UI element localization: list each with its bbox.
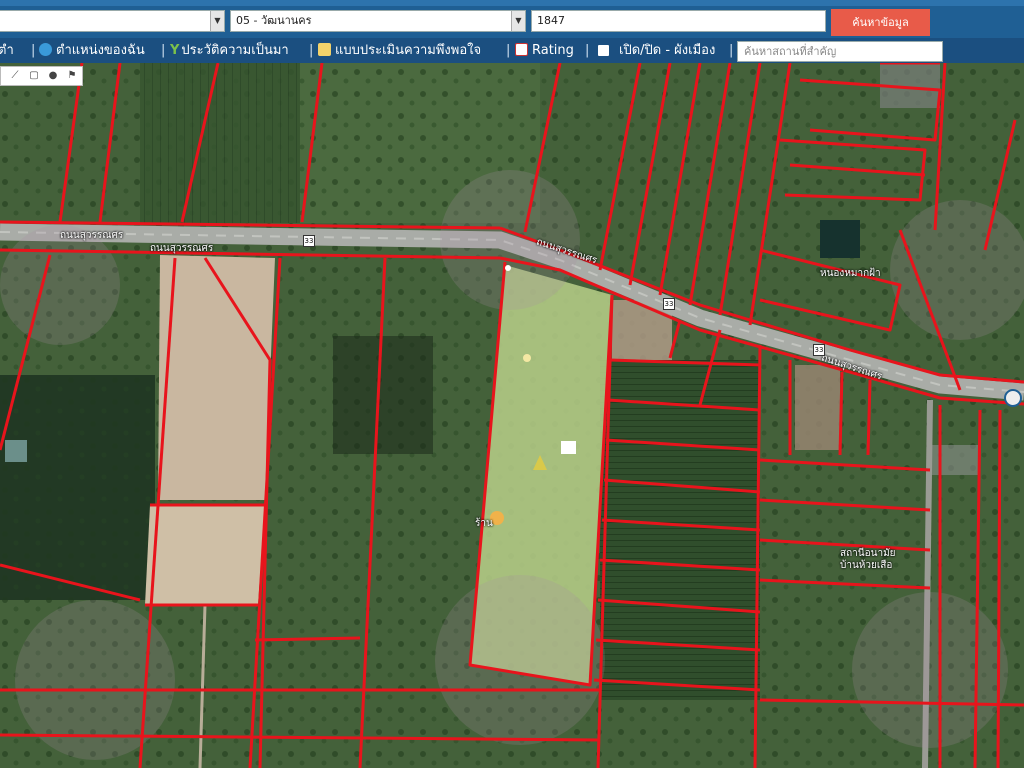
- nav-item-home[interactable]: ตำ: [0, 38, 14, 63]
- circle-tool-icon[interactable]: ●: [47, 70, 59, 82]
- nav-separator: |: [729, 43, 734, 58]
- nav-item-my-location-label: ตำแหน่งของฉัน: [56, 43, 145, 58]
- marker-tool-icon[interactable]: ⚑: [66, 70, 78, 82]
- parcel-number-value: 1847: [537, 14, 565, 27]
- nav-separator: |: [585, 43, 590, 58]
- header-strip: [0, 0, 1024, 6]
- search-bar: ▼ 05 - วัฒนานคร ▼ 1847 ค้นหาข้อมูล: [0, 0, 1024, 38]
- map-marker[interactable]: [561, 441, 576, 454]
- chevron-down-icon: ▼: [210, 11, 224, 31]
- parcel-number-input[interactable]: 1847: [531, 10, 826, 32]
- place-label: หนองหมากฝ้า: [820, 268, 881, 279]
- nav-item-survey-label: แบบประเมินความพึงพอใจ: [335, 43, 482, 58]
- map-canvas[interactable]: [0, 63, 1024, 768]
- road-number-shield: 33: [663, 298, 675, 310]
- subdistrict-select-value: 05 - วัฒนานคร: [236, 14, 312, 27]
- chart-icon: [515, 43, 528, 56]
- nav-separator: |: [161, 43, 166, 58]
- nav-item-toggle-plan[interactable]: เปิด/ปิด - ผังเมือง: [598, 38, 715, 63]
- road-number-shield: 33: [303, 235, 315, 247]
- nav-separator: |: [506, 43, 511, 58]
- nav-item-survey[interactable]: แบบประเมินความพึงพอใจ: [318, 38, 481, 63]
- nav-item-rating-label: Rating: [532, 43, 574, 58]
- nav-separator: |: [31, 43, 36, 58]
- pan-control[interactable]: [1004, 389, 1022, 407]
- map-marker[interactable]: [523, 354, 531, 362]
- note-icon: [318, 43, 331, 56]
- road-label: ถนนสุวรรณศร: [150, 243, 214, 254]
- nav-item-rating[interactable]: Rating: [515, 38, 574, 63]
- road-label: ถนนสุวรรณศร: [60, 230, 124, 241]
- checkbox-icon[interactable]: [598, 45, 609, 56]
- nav-item-history[interactable]: Y ประวัติความเป็นมา: [170, 38, 289, 63]
- place-label: ร้าน: [475, 518, 493, 529]
- sprout-icon: Y: [170, 43, 180, 58]
- place-label: สถานีอนามัย บ้านห้วยเสือ: [840, 548, 896, 571]
- nav-item-toggle-plan-label: เปิด/ปิด - ผังเมือง: [619, 43, 716, 58]
- subdistrict-select[interactable]: 05 - วัฒนานคร ▼: [230, 10, 526, 32]
- place-search-input[interactable]: [737, 41, 943, 62]
- chevron-down-icon: ▼: [511, 11, 525, 31]
- polyline-tool-icon[interactable]: ⟋: [9, 70, 21, 82]
- globe-icon: [39, 43, 52, 56]
- nav-item-my-location[interactable]: ตำแหน่งของฉัน: [39, 38, 145, 63]
- search-button[interactable]: ค้นหาข้อมูล: [831, 9, 930, 36]
- draw-toolbar: ⟋ ▢ ● ⚑: [0, 66, 83, 86]
- rectangle-tool-icon[interactable]: ▢: [28, 70, 40, 82]
- satellite-map: [0, 63, 1024, 768]
- nav-separator: |: [309, 43, 314, 58]
- road-number-shield: 33: [813, 344, 825, 356]
- district-select[interactable]: ▼: [0, 10, 225, 32]
- nav-item-history-label: ประวัติความเป็นมา: [181, 43, 289, 58]
